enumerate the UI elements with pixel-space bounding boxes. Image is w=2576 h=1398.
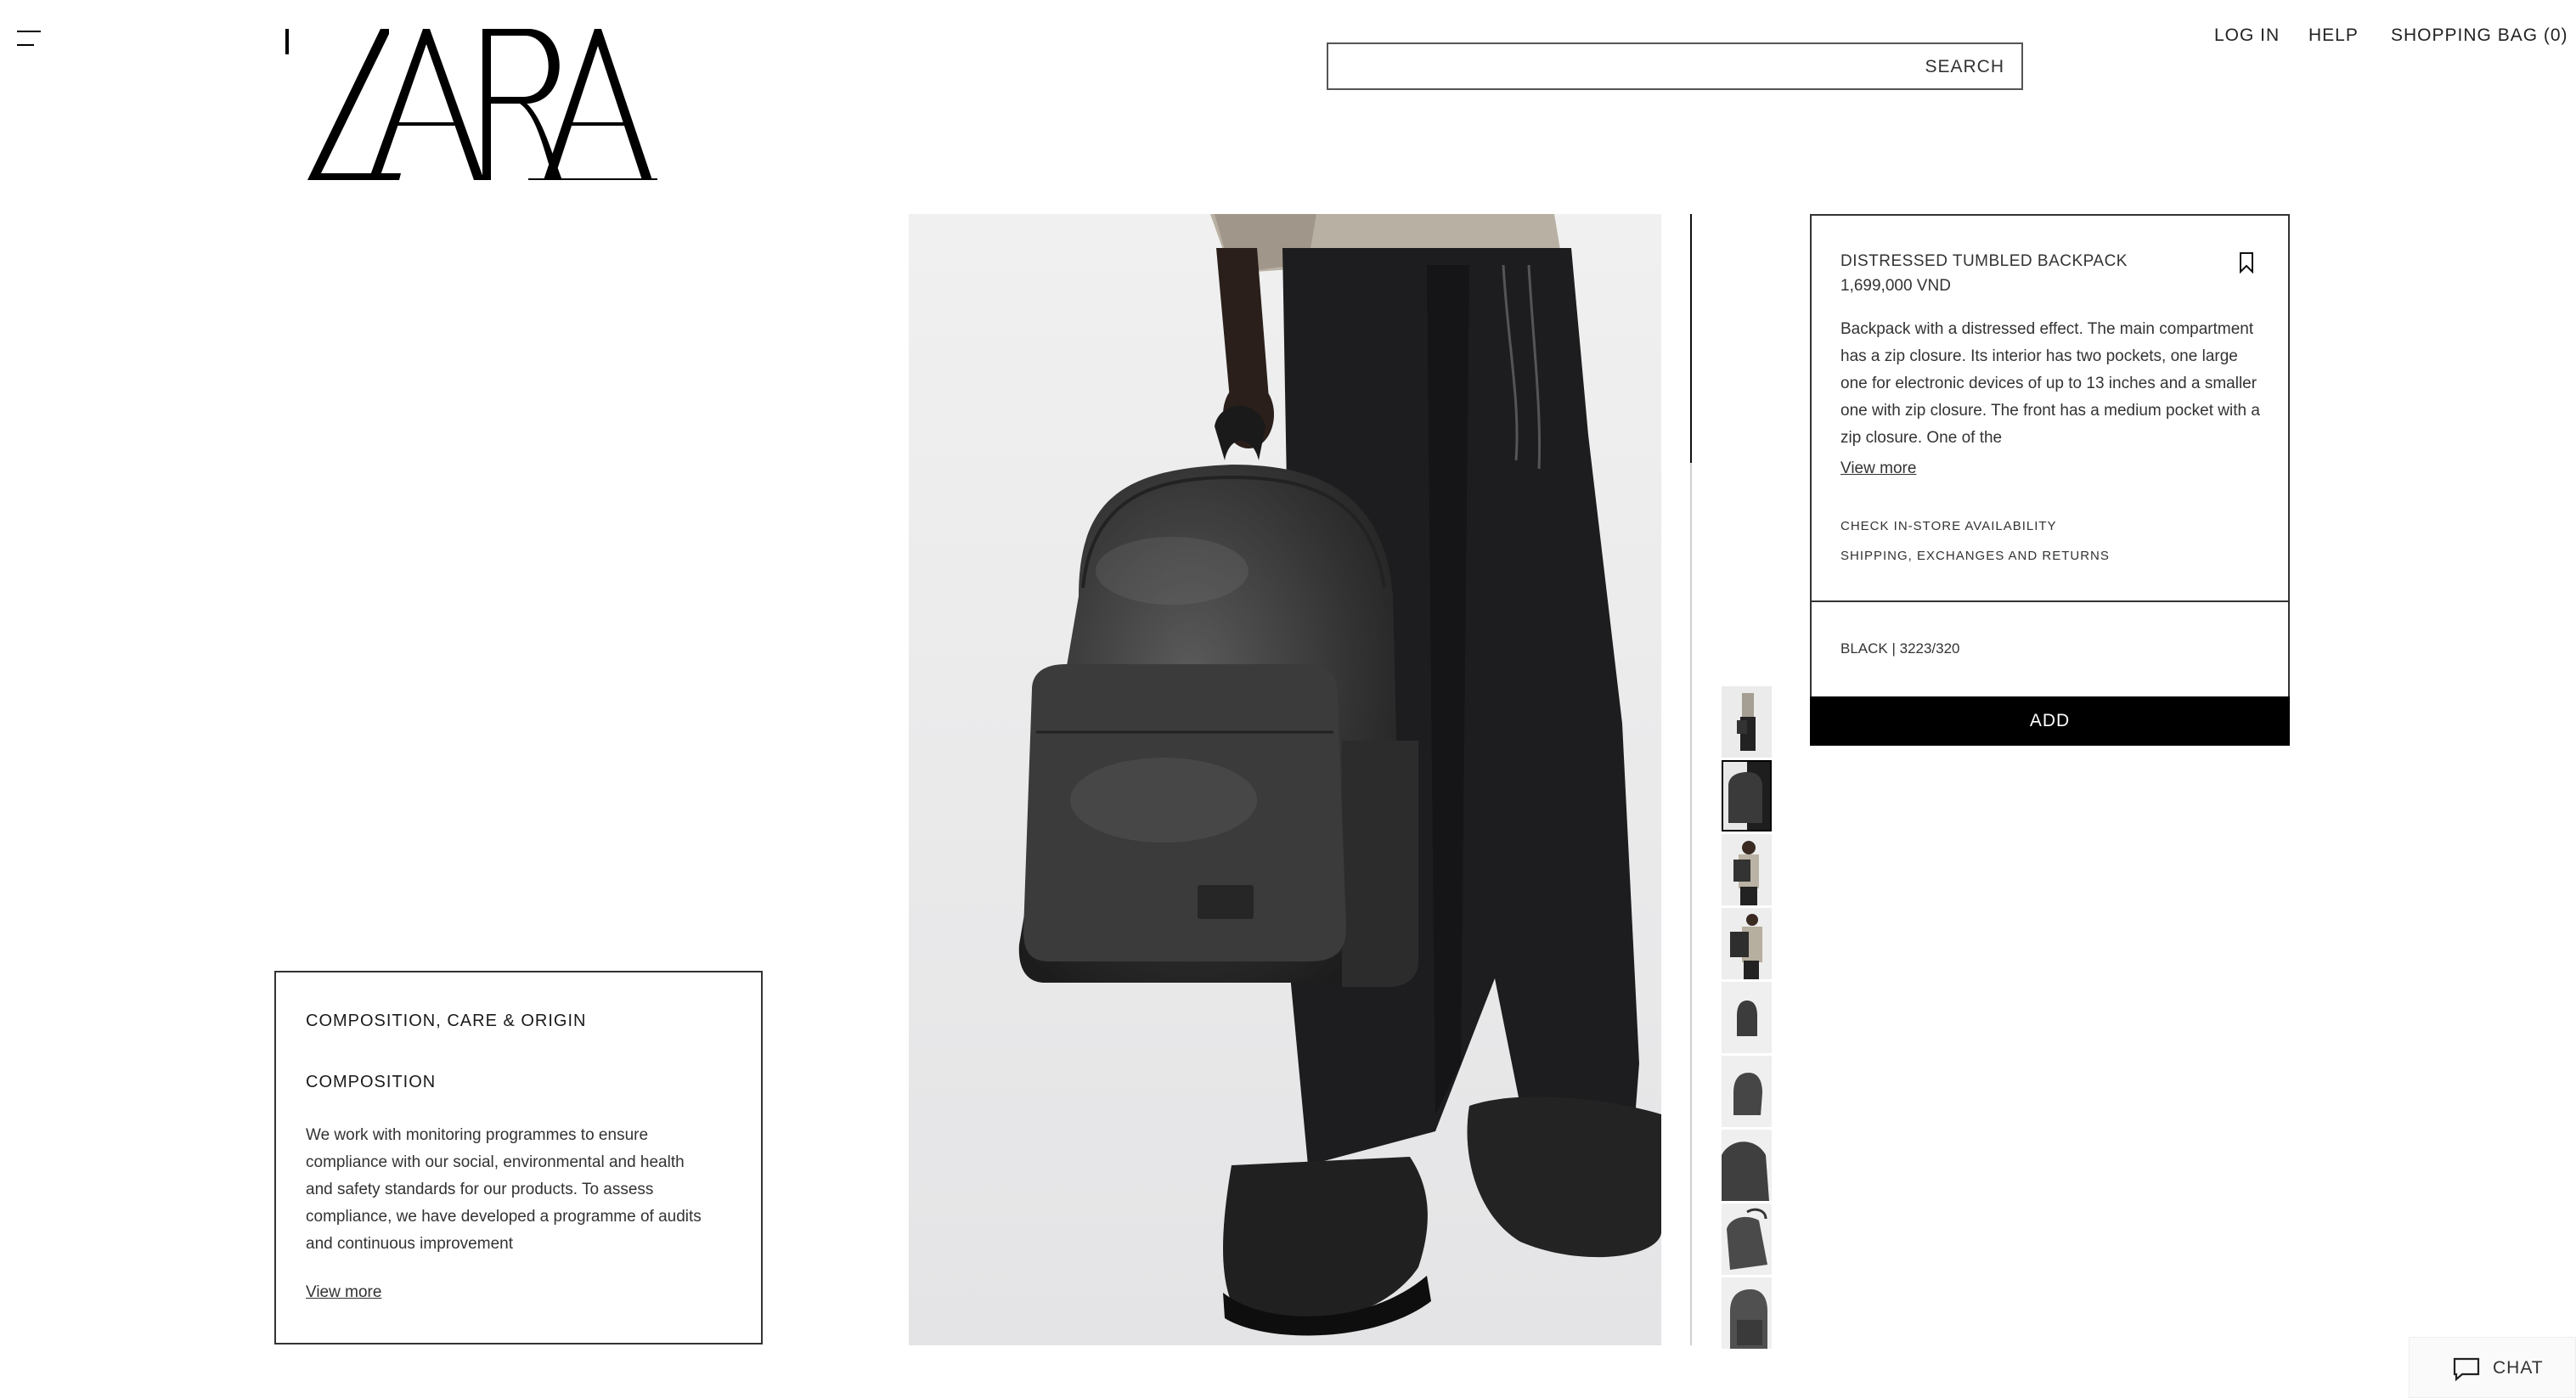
thumbnail-9[interactable] [1722, 1277, 1772, 1349]
zara-logo[interactable] [273, 22, 657, 187]
thumbnail-8[interactable] [1722, 1204, 1772, 1275]
thumbnail-1[interactable] [1722, 686, 1772, 758]
variant-color-ref: BLACK | 3223/320 [1840, 640, 1960, 657]
product-info-panel: DISTRESSED TUMBLED BACKPACK 1,699,000 VN… [1810, 214, 2290, 602]
thumbnail-5[interactable] [1722, 982, 1772, 1053]
check-store-availability-link[interactable]: CHECK IN-STORE AVAILABILITY [1840, 519, 2057, 533]
gallery-scrollbar-thumb[interactable] [1690, 214, 1692, 464]
chat-icon [2452, 1356, 2481, 1382]
thumbnail-2[interactable] [1722, 760, 1772, 831]
thumbnail-4[interactable] [1722, 908, 1772, 979]
thumbnail-strip [1722, 686, 1772, 1351]
help-link[interactable]: HELP [2308, 25, 2359, 46]
search-box[interactable]: SEARCH [1327, 42, 2023, 90]
composition-panel: COMPOSITION, CARE & ORIGIN COMPOSITION W… [274, 971, 763, 1344]
composition-view-more-link[interactable]: View more [306, 1283, 381, 1302]
add-to-bag-button[interactable]: ADD [1810, 696, 2290, 746]
description-view-more-link[interactable]: View more [1840, 459, 1916, 478]
product-main-image[interactable] [909, 214, 1661, 1345]
product-name: DISTRESSED TUMBLED BACKPACK [1840, 252, 2128, 270]
composition-subtitle: COMPOSITION [306, 1073, 437, 1091]
gallery-scrollbar[interactable] [1690, 214, 1692, 1345]
menu-icon[interactable] [17, 29, 41, 49]
composition-text: We work with monitoring programmes to en… [306, 1126, 702, 1253]
chat-label: CHAT [2493, 1358, 2544, 1378]
search-input[interactable] [1340, 51, 1921, 83]
product-description: Backpack with a distressed effect. The m… [1840, 320, 2260, 447]
chat-button[interactable]: CHAT [2409, 1337, 2576, 1398]
product-price: 1,699,000 VND [1840, 277, 1951, 295]
shopping-bag-link[interactable]: SHOPPING BAG (0) [2391, 25, 2568, 46]
thumbnail-6[interactable] [1722, 1056, 1772, 1127]
search-label[interactable]: SEARCH [1925, 57, 2004, 77]
composition-title: COMPOSITION, CARE & ORIGIN [306, 1012, 587, 1030]
bookmark-icon[interactable] [2239, 251, 2254, 274]
thumbnail-3[interactable] [1722, 834, 1772, 905]
variant-panel: BLACK | 3223/320 [1810, 600, 2290, 698]
login-link[interactable]: LOG IN [2214, 25, 2280, 46]
thumbnail-7[interactable] [1722, 1130, 1772, 1201]
shipping-returns-link[interactable]: SHIPPING, EXCHANGES AND RETURNS [1840, 549, 2110, 563]
